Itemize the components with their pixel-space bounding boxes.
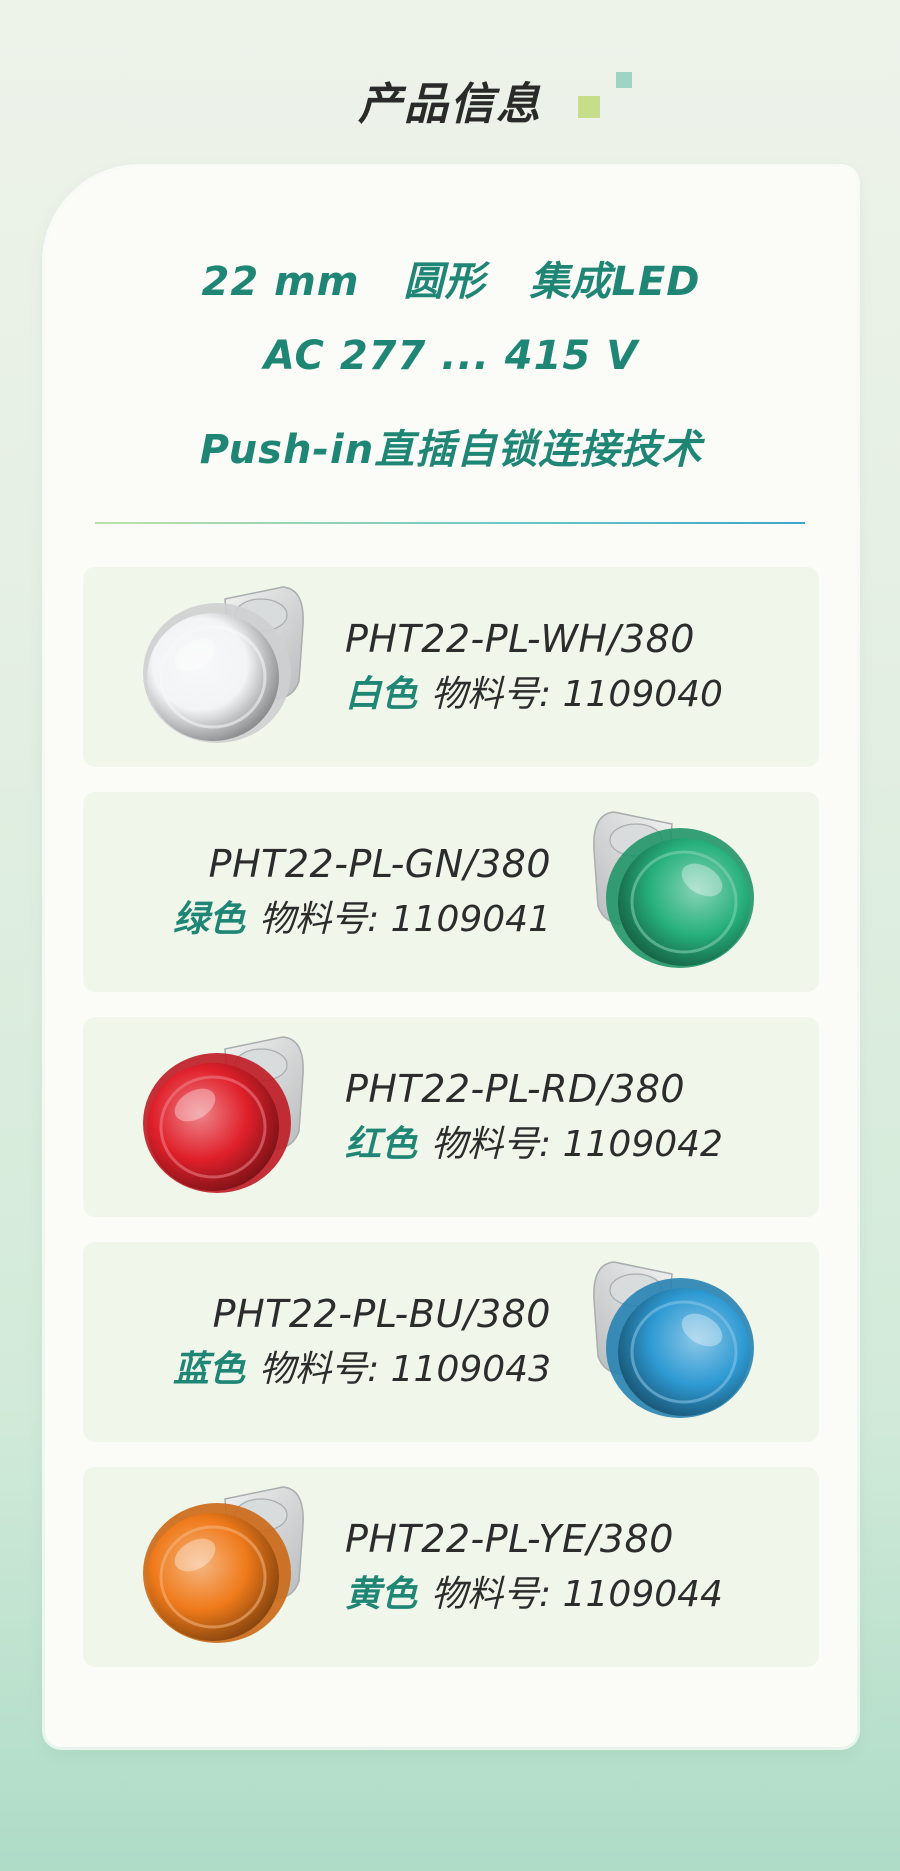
product-color-name: 红色: [345, 1124, 418, 1165]
header: 产品信息: [0, 60, 900, 140]
spec-connection: Push-in直插自锁连接技术: [199, 427, 703, 473]
divider: [95, 522, 805, 524]
product-color-name: 白色: [345, 674, 418, 715]
decorative-square: [616, 72, 632, 88]
page-title: 产品信息: [358, 79, 542, 130]
product-info-card: 22 mm 圆形 集成LED AC 277 ... 415 V Push-in直插自…: [45, 167, 857, 1747]
product-model: PHT22-PL-GN/380: [208, 842, 551, 886]
spec-shape: 圆形: [403, 259, 486, 305]
product-text: PHT22-PL-YE/380 黄色 物料号: 1109044: [345, 1511, 723, 1623]
product-model: PHT22-PL-RD/380: [345, 1067, 686, 1111]
material-number: 1109041: [390, 899, 551, 940]
product-text: PHT22-PL-BU/380 蓝色 物料号: 1109043: [173, 1286, 551, 1398]
product-model: PHT22-PL-YE/380: [345, 1517, 674, 1561]
material-number: 1109044: [562, 1574, 723, 1615]
green-indicator-lamp-icon: [584, 802, 764, 982]
spec-led: 集成LED: [529, 259, 701, 305]
product-color-name: 黄色: [345, 1574, 418, 1615]
product-row-yellow: PHT22-PL-YE/380 黄色 物料号: 1109044: [83, 1467, 819, 1667]
decorative-square: [578, 96, 600, 118]
product-text: PHT22-PL-GN/380 绿色 物料号: 1109041: [173, 836, 551, 948]
spec-voltage: AC 277 ... 415 V: [263, 333, 639, 379]
yellow-indicator-lamp-icon: [133, 1477, 313, 1657]
material-number: 1109043: [390, 1349, 551, 1390]
material-label: 物料号:: [259, 1349, 380, 1390]
material-label: 物料号:: [431, 1574, 552, 1615]
product-model: PHT22-PL-BU/380: [212, 1292, 551, 1336]
product-row-blue: PHT22-PL-BU/380 蓝色 物料号: 1109043: [83, 1242, 819, 1442]
product-color-name: 绿色: [173, 899, 246, 940]
product-text: PHT22-PL-RD/380 红色 物料号: 1109042: [345, 1061, 723, 1173]
red-indicator-lamp-icon: [133, 1027, 313, 1207]
blue-indicator-lamp-icon: [584, 1252, 764, 1432]
spec-size: 22 mm: [201, 259, 360, 305]
product-text: PHT22-PL-WH/380 白色 物料号: 1109040: [345, 611, 723, 723]
material-label: 物料号:: [431, 1124, 552, 1165]
spec-line-size-shape-led: 22 mm 圆形 集成LED: [45, 249, 857, 307]
white-indicator-lamp-icon: [133, 577, 313, 757]
product-row-red: PHT22-PL-RD/380 红色 物料号: 1109042: [83, 1017, 819, 1217]
material-label: 物料号:: [259, 899, 380, 940]
product-model: PHT22-PL-WH/380: [345, 617, 695, 661]
product-color-name: 蓝色: [173, 1349, 246, 1390]
product-row-white: PHT22-PL-WH/380 白色 物料号: 1109040: [83, 567, 819, 767]
product-row-green: PHT22-PL-GN/380 绿色 物料号: 1109041: [83, 792, 819, 992]
material-number: 1109040: [562, 674, 723, 715]
material-label: 物料号:: [431, 674, 552, 715]
material-number: 1109042: [562, 1124, 723, 1165]
